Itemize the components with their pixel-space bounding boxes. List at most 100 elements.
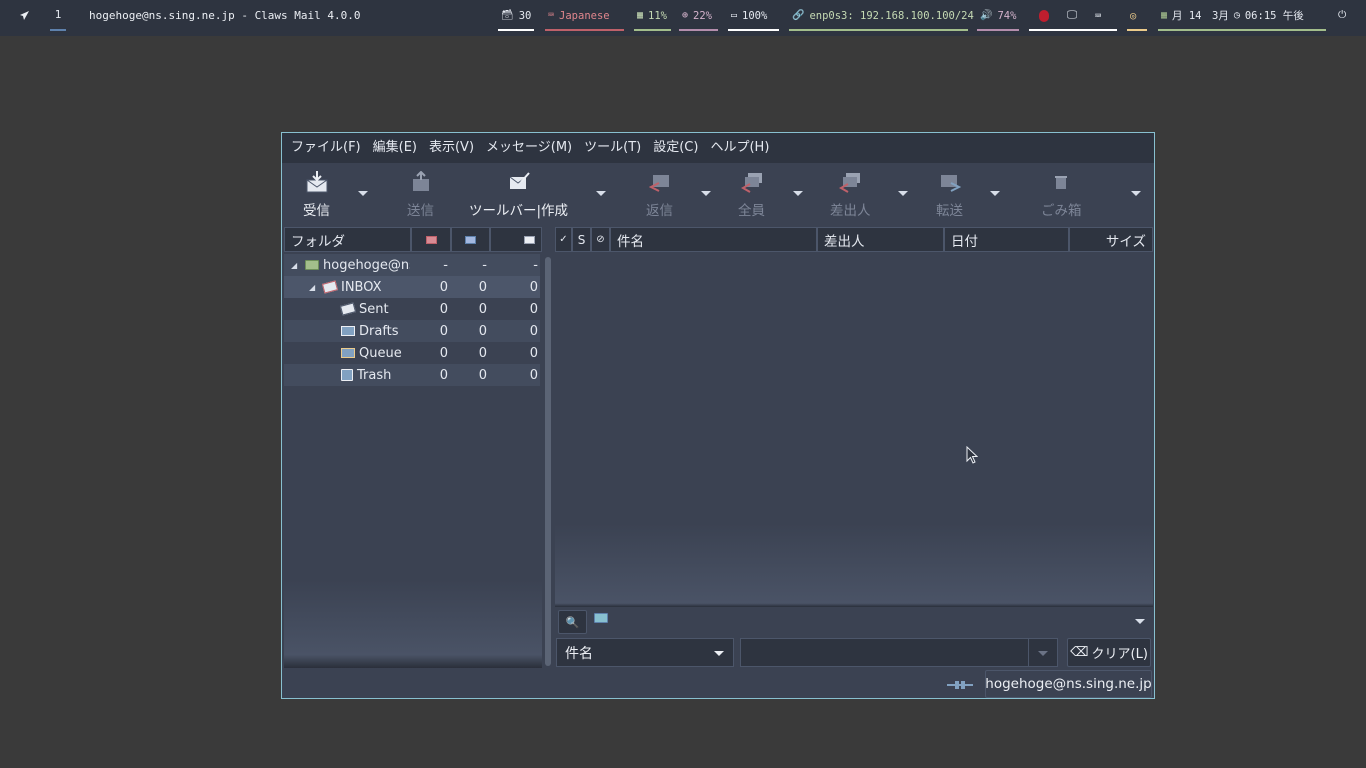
compose-label: ツールバー|作成 (469, 203, 569, 219)
online-status-icon[interactable] (946, 677, 974, 691)
total-column-header[interactable] (490, 227, 542, 252)
reply-icon (648, 169, 671, 195)
unread-count: 0 (478, 279, 487, 295)
rocket-icon[interactable] (14, 0, 34, 31)
forward-button[interactable]: 転送 (936, 169, 963, 219)
menu-file[interactable]: ファイル(F) (285, 133, 367, 163)
total-count: 0 (529, 367, 538, 383)
reply-all-label: 全員 (738, 203, 765, 219)
folder-name: Queue (359, 345, 402, 361)
trash-dropdown-arrow[interactable] (1131, 191, 1141, 196)
forward-label: 転送 (936, 203, 963, 219)
new-count: - (443, 257, 448, 273)
top-panel: 1 hogehoge@ns.sing.ne.jp - Claws Mail 4.… (0, 0, 1366, 36)
total-count: 0 (529, 301, 538, 317)
folder-row-account[interactable]: ◢ hogehoge@ns - - - (284, 254, 540, 276)
calendar-icon: ▦ (1161, 10, 1168, 21)
collapse-arrow-icon[interactable]: ◢ (309, 283, 315, 292)
new-count: 0 (439, 323, 448, 339)
folder-tree[interactable]: フォルダ ◢ hogehoge@ns - - - ◢ INBOX 0 0 0 S… (284, 227, 542, 668)
menu-edit[interactable]: 編集(E) (367, 133, 423, 163)
clock-icon: ◷ (1233, 10, 1240, 21)
folder-row-drafts[interactable]: Drafts 0 0 0 (284, 320, 540, 342)
folder-search-icon[interactable] (594, 612, 608, 627)
memory-icon: ▦ (637, 10, 644, 21)
compose-icon (508, 169, 530, 195)
reply-sender-dropdown-arrow[interactable] (898, 191, 908, 196)
unread-count: 0 (478, 301, 487, 317)
folder-name: INBOX (341, 279, 382, 295)
status-column-header[interactable]: S (572, 227, 591, 252)
reply-sender-icon (839, 169, 861, 195)
speaker-icon: 🔊 (980, 10, 993, 21)
keyboard-indicator[interactable]: ⌨ (1092, 0, 1110, 31)
new-count: 0 (439, 345, 448, 361)
menu-tools[interactable]: ツール(T) (578, 133, 647, 163)
clear-button[interactable]: ⌫ クリア(L) (1067, 638, 1151, 667)
unread-column-header[interactable] (451, 227, 490, 252)
quicksearch-type-value: 件名 (565, 645, 593, 662)
keyboard-module[interactable]: ⌨ Japanese (545, 0, 624, 31)
forward-dropdown-arrow[interactable] (990, 191, 1000, 196)
menu-help[interactable]: ヘルプ(H) (704, 133, 775, 163)
divider (1028, 639, 1029, 666)
magnifier-icon: 🔍 (565, 615, 580, 629)
memory-usage: 11% (648, 9, 667, 22)
quicksearch-toggle-button[interactable]: 🔍 (558, 610, 587, 634)
reply-all-icon (740, 169, 763, 195)
new-column-header[interactable] (411, 227, 451, 252)
folder-column-header[interactable]: フォルダ (284, 227, 411, 252)
trash-button[interactable]: ごみ箱 (1041, 169, 1082, 219)
power-button[interactable]: ⏻ (1335, 0, 1351, 31)
keyboard-layout: Japanese (559, 9, 610, 22)
volume-module[interactable]: 🔊 74% (977, 0, 1019, 31)
menu-message[interactable]: メッセージ(M) (480, 133, 578, 163)
trash-label: ごみ箱 (1041, 203, 1082, 219)
menu-settings[interactable]: 設定(C) (647, 133, 704, 163)
send-button[interactable]: 送信 (407, 169, 434, 219)
folder-row-inbox[interactable]: ◢ INBOX 0 0 0 (284, 276, 540, 298)
collapse-arrow-icon[interactable]: ◢ (291, 261, 297, 270)
battery-module: ▭ 100% (728, 0, 779, 31)
idle-inhibitor-module[interactable]: ◎ (1127, 0, 1147, 31)
size-column-header[interactable]: サイズ (1069, 227, 1153, 252)
battery-icon: ▭ (731, 10, 738, 21)
unread-count: - (482, 257, 487, 273)
folder-row-queue[interactable]: Queue 0 0 0 (284, 342, 540, 364)
new-count: 0 (439, 279, 448, 295)
forward-icon (939, 169, 961, 195)
quicksearch-options-arrow[interactable] (1135, 619, 1145, 624)
menu-view[interactable]: 表示(V) (423, 133, 480, 163)
reply-all-dropdown-arrow[interactable] (793, 191, 803, 196)
attachment-column-header[interactable]: ⊘ (591, 227, 610, 252)
reply-dropdown-arrow[interactable] (701, 191, 711, 196)
reply-button[interactable]: 返信 (646, 169, 673, 219)
reply-all-button[interactable]: 全員 (738, 169, 765, 219)
from-column-header[interactable]: 差出人 (817, 227, 944, 252)
quicksearch-type-select[interactable]: 件名 (556, 638, 734, 667)
folder-row-trash[interactable]: Trash 0 0 0 (284, 364, 540, 386)
mark-column-header[interactable]: ✓ (555, 227, 572, 252)
compose-button[interactable]: ツールバー|作成 (469, 169, 568, 219)
message-list[interactable]: ✓ S ⊘ 件名 差出人 日付 サイズ (555, 227, 1153, 607)
receive-button[interactable]: 受信 (303, 169, 330, 219)
compose-dropdown-arrow[interactable] (596, 191, 606, 196)
reply-sender-button[interactable]: 差出人 (830, 169, 871, 219)
battery-level: 100% (742, 9, 768, 22)
power-icon: ⏻ (1338, 9, 1347, 21)
folder-scrollbar[interactable] (545, 257, 551, 666)
subject-column-header[interactable]: 件名 (610, 227, 817, 252)
clock-module[interactable]: ▦ 月 14 3月 ◷ 06:15 午後 (1158, 0, 1326, 31)
receive-dropdown-arrow[interactable] (358, 191, 368, 196)
date-column-header[interactable]: 日付 (944, 227, 1069, 252)
clock-date: 月 14 3月 (1172, 10, 1229, 22)
quicksearch-input[interactable] (740, 638, 1058, 667)
sent-folder-icon (339, 302, 357, 316)
network-module[interactable]: 🔗 enp0s3: 192.168.100.100/24 (789, 0, 974, 31)
clock-time: 06:15 午後 (1244, 10, 1304, 22)
account-selector[interactable]: hogehoge@ns.sing.ne.jp (985, 670, 1152, 698)
workspace-1-button[interactable]: 1 (50, 0, 66, 31)
updates-module[interactable]: 🗃 30 (498, 0, 534, 31)
history-dropdown-arrow[interactable] (1038, 651, 1048, 656)
folder-row-sent[interactable]: Sent 0 0 0 (284, 298, 540, 320)
